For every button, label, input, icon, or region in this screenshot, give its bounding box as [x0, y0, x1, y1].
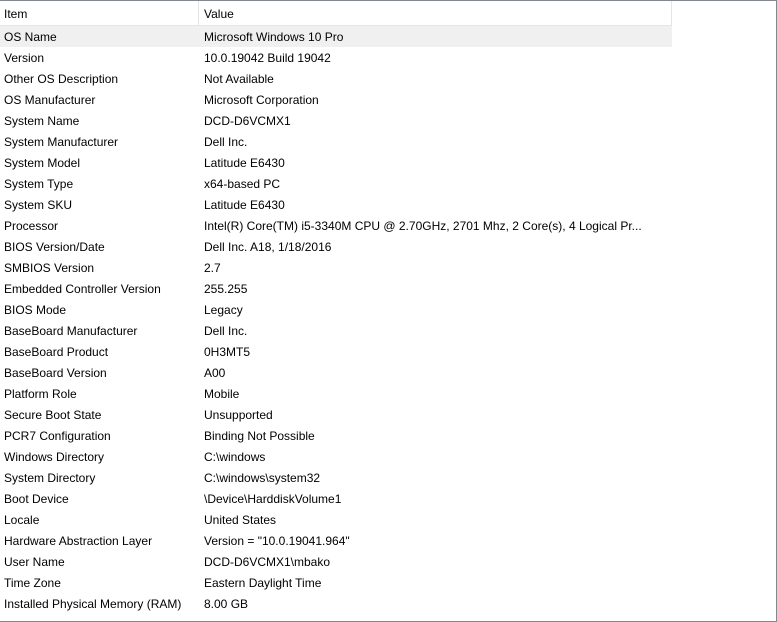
row-value-cell: 0H3MT5 [204, 345, 251, 359]
table-row[interactable]: Other OS Description Not Available [0, 68, 672, 89]
row-item-cell: Platform Role [4, 387, 77, 401]
row-value-cell: Intel(R) Core(TM) i5-3340M CPU @ 2.70GHz… [204, 219, 642, 233]
column-header-value[interactable]: Value [199, 1, 672, 25]
row-item-cell: Windows Directory [4, 450, 105, 464]
row-item-cell: BaseBoard Product [4, 345, 109, 359]
row-value-cell: Microsoft Corporation [204, 93, 319, 107]
table-row[interactable]: SMBIOS Version 2.7 [0, 257, 672, 278]
table-row[interactable]: PCR7 Configuration Binding Not Possible [0, 425, 672, 446]
row-item-cell: System Directory [4, 471, 96, 485]
row-item-cell: System Type [4, 177, 74, 191]
system-summary-panel: Item Value OS Name Microsoft Windows 10 P… [0, 0, 777, 622]
table-row[interactable]: Boot Device \Device\HarddiskVolume1 [0, 488, 672, 509]
row-item-cell: Embedded Controller Version [4, 282, 161, 296]
row-item-cell: Processor [4, 219, 59, 233]
row-value-cell: Microsoft Windows 10 Pro [204, 30, 344, 44]
row-value-cell: Not Available [204, 72, 274, 86]
row-value-cell: Unsupported [204, 408, 273, 422]
row-item-cell: Installed Physical Memory (RAM) [4, 597, 182, 611]
row-item-cell: BIOS Version/Date [4, 240, 105, 254]
row-item-cell: BaseBoard Version [4, 366, 107, 380]
row-item-cell: PCR7 Configuration [4, 429, 111, 443]
row-value-cell: Latitude E6430 [204, 156, 285, 170]
table-row[interactable]: BIOS Version/Date Dell Inc. A18, 1/18/201… [0, 236, 672, 257]
row-item-cell: Locale [4, 513, 40, 527]
table-row[interactable]: BIOS Mode Legacy [0, 299, 672, 320]
row-value-cell: Latitude E6430 [204, 198, 285, 212]
list-header: Item Value [0, 1, 672, 26]
list-rows: OS Name Microsoft Windows 10 Pro Version 10… [0, 26, 672, 614]
row-value-cell: x64-based PC [204, 177, 281, 191]
row-item-cell: Other OS Description [4, 72, 119, 86]
row-item-cell: Time Zone [4, 576, 61, 590]
row-item-cell: System SKU [4, 198, 73, 212]
table-row[interactable]: System Manufacturer Dell Inc. [0, 131, 672, 152]
table-row[interactable]: BaseBoard Version A00 [0, 362, 672, 383]
row-item-cell: System Manufacturer [4, 135, 119, 149]
row-value-cell: 10.0.19042 Build 19042 [204, 51, 331, 65]
row-item-cell: BaseBoard Manufacturer [4, 324, 138, 338]
table-row[interactable]: Time Zone Eastern Daylight Time [0, 572, 672, 593]
row-value-cell: A00 [204, 366, 226, 380]
system-summary-list[interactable]: Item Value OS Name Microsoft Windows 10 P… [0, 1, 672, 614]
table-row[interactable]: Locale United States [0, 509, 672, 530]
row-value-cell: Legacy [204, 303, 243, 317]
row-item-cell: OS Manufacturer [4, 93, 96, 107]
row-value-cell: 8.00 GB [204, 597, 249, 611]
row-item-cell: Secure Boot State [4, 408, 102, 422]
row-value-cell: DCD-D6VCMX1\mbako [204, 555, 331, 569]
row-value-cell: Dell Inc. [204, 324, 248, 338]
row-value-cell: United States [204, 513, 277, 527]
table-row[interactable]: Platform Role Mobile [0, 383, 672, 404]
row-value-cell: Mobile [204, 387, 240, 401]
table-row[interactable]: System Model Latitude E6430 [0, 152, 672, 173]
table-row[interactable]: System Name DCD-D6VCMX1 [0, 110, 672, 131]
table-row[interactable]: User Name DCD-D6VCMX1\mbako [0, 551, 672, 572]
row-value-cell: Dell Inc. [204, 135, 248, 149]
row-value-cell: C:\windows [204, 450, 266, 464]
table-row[interactable]: System Type x64-based PC [0, 173, 672, 194]
table-row[interactable]: System Directory C:\windows\system32 [0, 467, 672, 488]
row-item-cell: BIOS Mode [4, 303, 67, 317]
row-item-cell: SMBIOS Version [4, 261, 95, 275]
row-item-cell: OS Name [4, 30, 57, 44]
table-row[interactable]: Embedded Controller Version 255.255 [0, 278, 672, 299]
table-row[interactable]: OS Manufacturer Microsoft Corporation [0, 89, 672, 110]
table-row[interactable]: Processor Intel(R) Core(TM) i5-3340M CPU … [0, 215, 672, 236]
table-row[interactable]: Hardware Abstraction Layer Version = "10.… [0, 530, 672, 551]
table-row[interactable]: System SKU Latitude E6430 [0, 194, 672, 215]
row-value-cell: C:\windows\system32 [204, 471, 321, 485]
row-value-cell: DCD-D6VCMX1 [204, 114, 291, 128]
row-item-cell: Boot Device [4, 492, 69, 506]
row-value-cell: 255.255 [204, 282, 248, 296]
table-row[interactable]: Installed Physical Memory (RAM) 8.00 GB [0, 593, 672, 614]
row-item-cell: User Name [4, 555, 65, 569]
table-row[interactable]: OS Name Microsoft Windows 10 Pro [0, 26, 672, 47]
row-value-cell: Dell Inc. A18, 1/18/2016 [204, 240, 332, 254]
column-header-item[interactable]: Item [0, 1, 199, 25]
row-item-cell: Hardware Abstraction Layer [4, 534, 153, 548]
table-row[interactable]: BaseBoard Product 0H3MT5 [0, 341, 672, 362]
row-value-cell: Version = "10.0.19041.964" [204, 534, 350, 548]
row-item-cell: Version [4, 51, 45, 65]
table-row[interactable]: Secure Boot State Unsupported [0, 404, 672, 425]
row-value-cell: 2.7 [204, 261, 221, 275]
table-row[interactable]: Version 10.0.19042 Build 19042 [0, 47, 672, 68]
row-item-cell: System Model [4, 156, 81, 170]
table-row[interactable]: Windows Directory C:\windows [0, 446, 672, 467]
row-value-cell: Eastern Daylight Time [204, 576, 322, 590]
row-item-cell: System Name [4, 114, 80, 128]
table-row[interactable]: BaseBoard Manufacturer Dell Inc. [0, 320, 672, 341]
row-value-cell: \Device\HarddiskVolume1 [204, 492, 342, 506]
row-value-cell: Binding Not Possible [204, 429, 315, 443]
